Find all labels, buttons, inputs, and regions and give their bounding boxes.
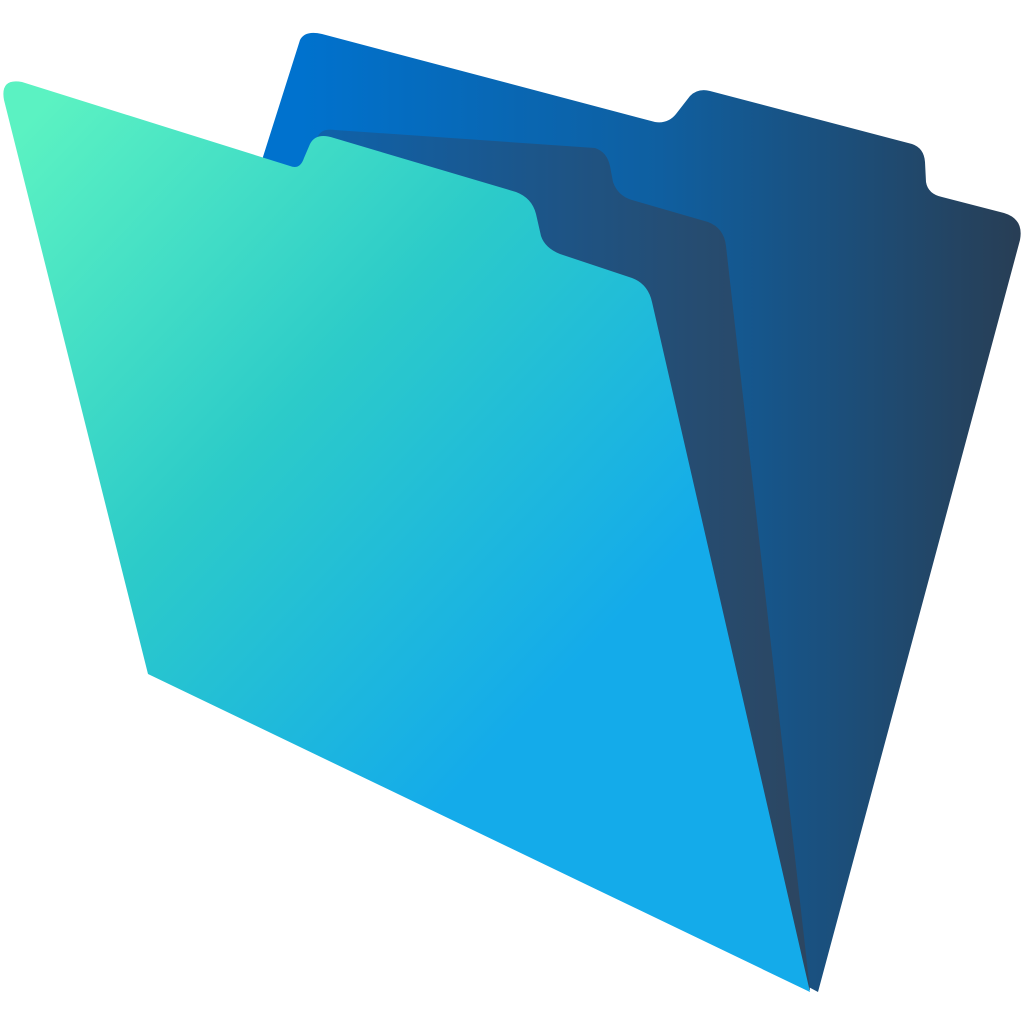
app-icon xyxy=(0,0,1024,1024)
folder-icon xyxy=(3,32,1021,993)
